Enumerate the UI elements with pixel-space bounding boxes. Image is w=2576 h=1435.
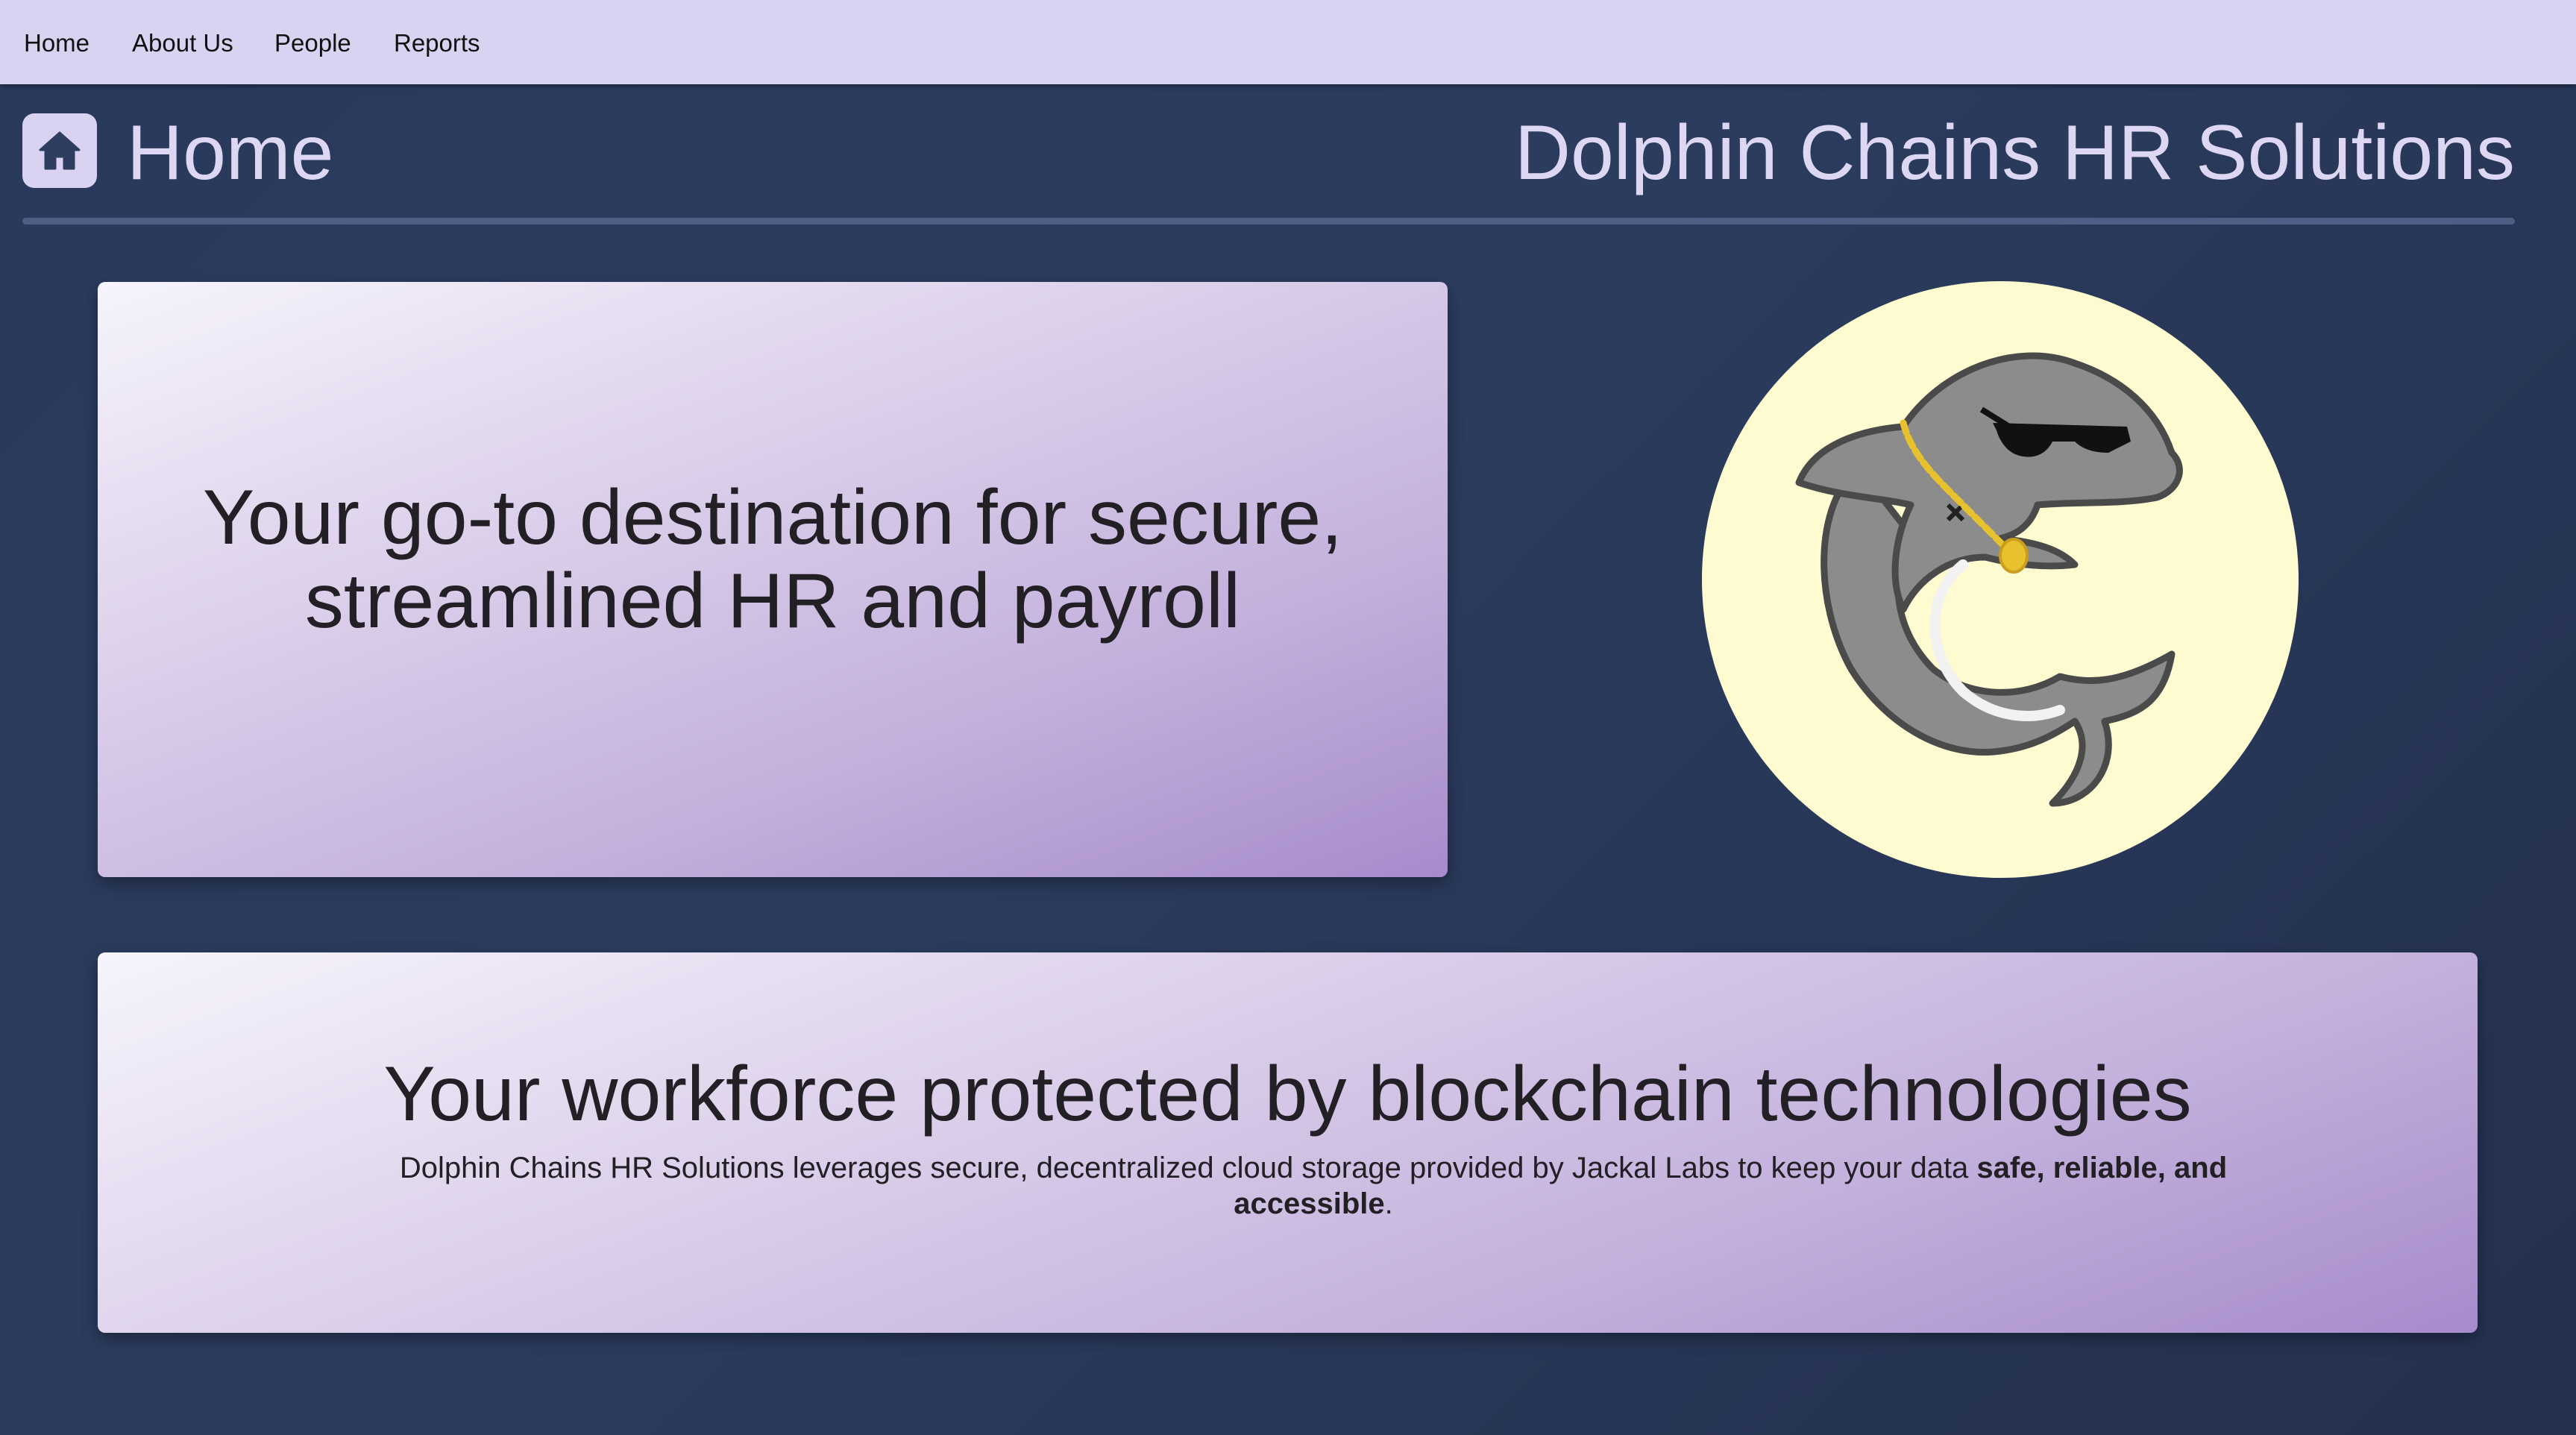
info-description: Dolphin Chains HR Solutions leverages se… — [389, 1150, 2238, 1222]
info-body-suffix: . — [1384, 1187, 1393, 1220]
page-title: Home — [127, 110, 334, 196]
home-icon-badge — [22, 113, 97, 188]
logo-circle — [1702, 281, 2299, 878]
nav-link-people[interactable]: People — [274, 28, 351, 58]
nav-link-about-us[interactable]: About Us — [132, 28, 233, 58]
nav-link-reports[interactable]: Reports — [394, 28, 480, 58]
info-heading: Your workforce protected by blockchain t… — [383, 1051, 2192, 1137]
hero-card: Your go-to destination for secure, strea… — [98, 282, 1448, 877]
info-card: Your workforce protected by blockchain t… — [98, 952, 2478, 1333]
dolphin-logo-icon — [1795, 352, 2183, 807]
top-nav-bar: Home About Us People Reports — [0, 0, 2576, 84]
brand-title: Dolphin Chains HR Solutions — [1514, 110, 2515, 196]
hero-tagline: Your go-to destination for secure, strea… — [202, 474, 1343, 644]
header-divider — [22, 218, 2515, 224]
info-body-text: Dolphin Chains HR Solutions leverages se… — [399, 1152, 1977, 1184]
home-icon — [39, 131, 81, 170]
nav-link-home[interactable]: Home — [24, 28, 89, 58]
